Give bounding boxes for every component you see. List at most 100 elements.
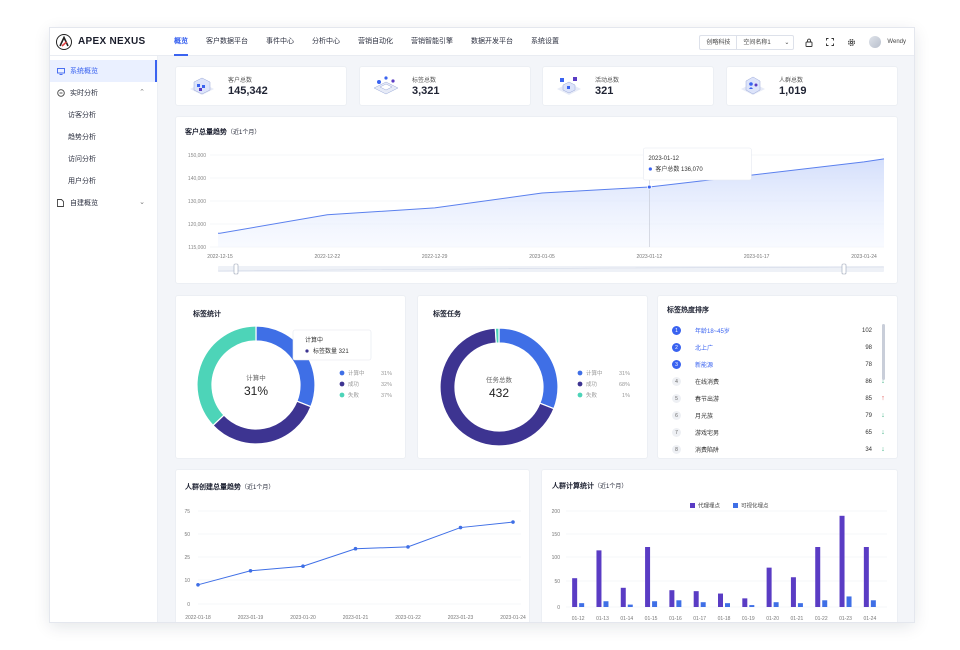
rank-value: 86 (865, 378, 872, 385)
rank-value: 85 (865, 395, 872, 402)
stat-card-activities[interactable]: 活动总数 321 (542, 66, 714, 106)
avatar[interactable] (869, 36, 882, 48)
donut-center-value: 432 (489, 386, 509, 400)
stat-value: 3,321 (412, 85, 440, 97)
legend-marker (577, 381, 583, 387)
rank-name: 年龄18~45岁 (695, 329, 730, 335)
sidebar-item-user[interactable]: 用户分析 (50, 170, 157, 192)
donut-center-label: 计算中 (246, 373, 266, 382)
trend-area (218, 158, 884, 247)
bar-visual (579, 603, 585, 607)
rank-badge: 8 (672, 445, 681, 454)
bar-proxy (815, 547, 821, 607)
fullscreen-icon[interactable] (824, 36, 836, 48)
rank-badge: 3 (672, 360, 681, 369)
bar-proxy (839, 515, 845, 607)
x-tick-label: 01-15 (645, 616, 658, 622)
customer-trend-chart[interactable]: 150,000140,000130,000120,000115,0002022-… (176, 117, 899, 285)
legend-marker (339, 370, 345, 376)
ranking-row[interactable]: 3新能源78↑ (672, 356, 894, 373)
x-tick-label: 2023-01-17 (744, 254, 770, 260)
donut-slice-3 (494, 327, 500, 344)
gear-icon[interactable] (845, 36, 857, 48)
sidebar-item-trend[interactable]: 趋势分析 (50, 126, 157, 148)
x-tick-label: 01-20 (766, 616, 779, 622)
legend-label: 失败 (586, 391, 598, 399)
legend-value: 37% (381, 393, 392, 399)
x-tick-label: 2023-01-24 (851, 254, 877, 260)
y-tick-label: 120,000 (188, 222, 206, 228)
chevron-down-icon: ⌄ (139, 199, 145, 206)
stat-label: 客户总数 (228, 78, 253, 84)
space-select[interactable]: 空间名称1 ⌄ (736, 34, 795, 50)
apex-logo-icon (56, 33, 72, 50)
ranking-row[interactable]: 1年龄18~45岁102↑ (672, 322, 894, 339)
sidebar-item-visitor[interactable]: 访客分析 (50, 104, 157, 126)
zoom-slider-left-handle[interactable] (233, 263, 239, 275)
rank-name: 北上广 (695, 346, 714, 352)
zoom-slider-track (218, 266, 884, 272)
bar-visual (700, 602, 706, 607)
tag-tasks-donut[interactable]: 任务总数 432 计算中 31% 成功 68% 失败 1% (418, 296, 649, 460)
y-tick-label: 115,000 (188, 245, 206, 251)
sidebar-item-label: 访客分析 (68, 112, 96, 119)
bar-visual (797, 603, 803, 607)
stat-card-crowds[interactable]: 人群总数 1,019 (726, 66, 898, 106)
trend-tooltip (643, 147, 752, 181)
stat-card-customers[interactable]: 客户总数 145,342 (175, 66, 347, 106)
sidebar-item-access[interactable]: 访问分析 (50, 148, 157, 170)
ranking-row[interactable]: 5 春节出游 85 ↑ (672, 390, 894, 407)
nav-item[interactable]: 事件中心 (266, 28, 294, 56)
legend-label: 计算中 (586, 369, 603, 377)
y-tick-label: 25 (184, 555, 190, 561)
nav-item[interactable]: 营销自动化 (358, 28, 393, 56)
sidebar-item-realtime[interactable]: 实时分析 ⌃ (50, 82, 157, 104)
ranking-row[interactable]: 6 月光族 79 ↓ (672, 407, 894, 424)
crowd-trend-chart[interactable]: 75 50 25 10 0 2022-01-18 2023-01-19 2023-01-20 2… (176, 470, 531, 622)
x-tick-label: 2023-01-19 (238, 615, 264, 621)
zoom-slider-right-handle[interactable] (841, 263, 847, 275)
sidebar-item-overview[interactable]: 系统概览 (50, 60, 157, 82)
arrow-up-icon: ↑ (881, 395, 885, 402)
document-icon (56, 199, 65, 208)
sidebar: 系统概览 实时分析 ⌃ 访客分析 趋势分析 访问分析 用户分析 自建概览 ⌄ (50, 56, 158, 622)
sidebar-item-custom[interactable]: 自建概览 ⌄ (50, 192, 157, 214)
x-tick-label: 2022-12-29 (422, 254, 448, 260)
ranking-row[interactable]: 7 游戏宅男 65 ↓ (672, 424, 894, 441)
sidebar-item-label: 自建概览 (70, 200, 98, 207)
y-tick-label: 200 (552, 509, 561, 515)
x-tick-label: 01-21 (791, 616, 804, 622)
rank-badge: 1 (672, 326, 681, 335)
rank-value: 98 (865, 344, 872, 351)
y-tick-label: 75 (184, 509, 190, 515)
stat-value: 321 (595, 85, 614, 97)
crowd-point (511, 520, 515, 524)
crowd-calc-bar-chart[interactable]: 200 150 100 50 0 01-12 01-13 01-14 01-15 01-16 01-… (542, 470, 899, 622)
space-select-value: 空间名称1 (743, 39, 771, 46)
ranking-row[interactable]: 4 在线消费 86 ↓ (672, 373, 894, 390)
tag-stats-donut[interactable]: 计算中31%计算中 31%成功 32%失败 37%计算中标签数量 321 (176, 296, 407, 460)
y-tick-label: 10 (184, 578, 190, 584)
nav-item[interactable]: 营销智能引擎 (411, 28, 453, 56)
nav-item[interactable]: 系统设置 (531, 28, 559, 56)
user-name[interactable]: Wendy (887, 39, 906, 45)
rank-value: 78 (865, 361, 872, 368)
nav-item[interactable]: 客户数据平台 (206, 28, 248, 56)
nav-item[interactable]: 数据开发平台 (471, 28, 513, 56)
x-tick-label: 01-12 (572, 616, 585, 622)
brand-logo[interactable]: APEX NEXUS (50, 33, 174, 50)
ranking-row[interactable]: 8 消费陷阱 34 ↓ (672, 441, 894, 458)
ranking-scrollbar[interactable] (882, 324, 885, 380)
legend-value: 31% (619, 371, 630, 377)
nav-item[interactable]: 分析中心 (312, 28, 340, 56)
ranking-row[interactable]: 2北上广98↓ (672, 339, 894, 356)
stat-label: 活动总数 (595, 78, 620, 84)
bar-visual (676, 600, 682, 607)
x-tick-label: 2023-01-24 (500, 615, 526, 621)
nav-item[interactable]: 概览 (174, 28, 188, 56)
rank-name: 消费陷阱 (695, 448, 720, 454)
x-tick-label: 01-18 (718, 616, 731, 622)
y-tick-label: 150,000 (188, 153, 206, 159)
stat-card-tags[interactable]: 标签总数 3,321 (359, 66, 531, 106)
lock-icon[interactable] (803, 36, 815, 48)
